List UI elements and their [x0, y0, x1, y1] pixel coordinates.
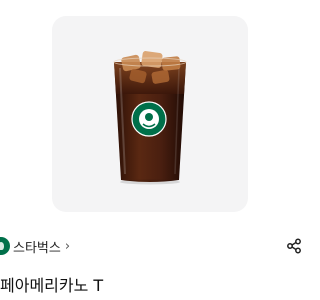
chevron-right-icon: › — [64, 238, 71, 254]
product-title: 페아메리카노 T — [0, 276, 104, 295]
share-icon[interactable] — [286, 238, 302, 254]
iced-americano-cup-image — [113, 51, 187, 185]
starbucks-logo-icon — [0, 237, 10, 255]
starbucks-cup-logo — [131, 101, 167, 137]
brand-link[interactable]: 스타벅스 › — [0, 236, 70, 256]
product-image-card[interactable] — [52, 16, 248, 212]
brand-name: 스타벅스 — [13, 240, 61, 256]
